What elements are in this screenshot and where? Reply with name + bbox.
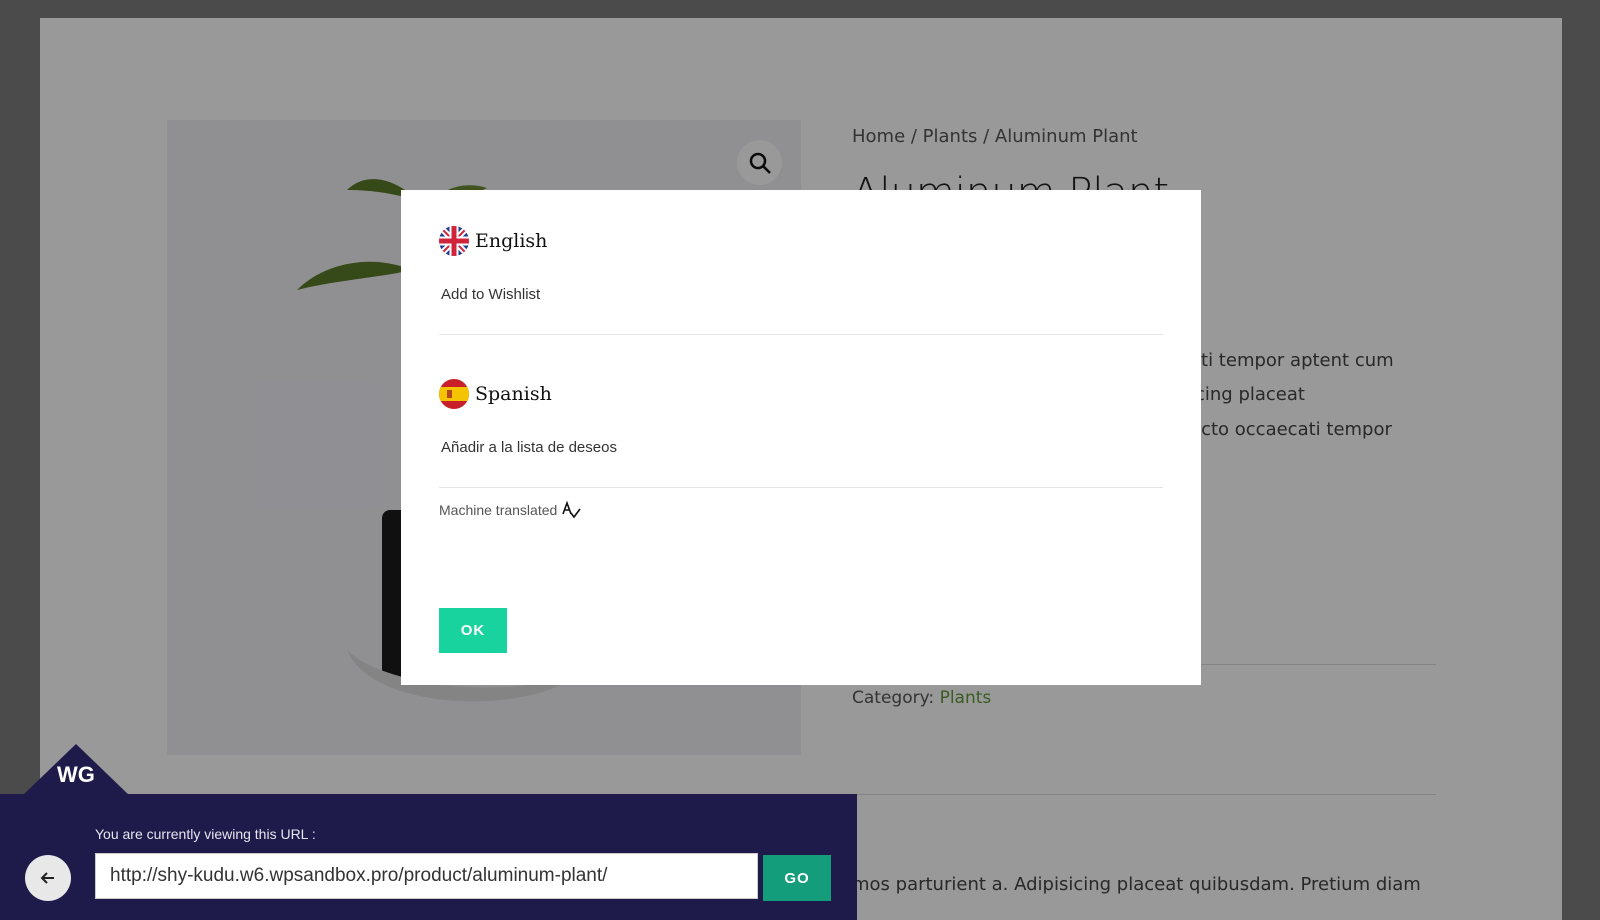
translated-text[interactable]: Añadir a la lista de deseos	[439, 439, 1163, 457]
source-text: Add to Wishlist	[441, 286, 541, 303]
source-language-name: English	[475, 230, 548, 252]
machine-translated-note: Machine translated	[439, 500, 1163, 520]
translation-modal: English Add to Wishlist Spanish Añadir a…	[401, 190, 1201, 685]
go-button[interactable]: GO	[763, 855, 831, 901]
modal-divider	[439, 487, 1163, 488]
url-viewer-label: You are currently viewing this URL :	[95, 826, 316, 842]
target-language-header: Spanish	[439, 379, 1163, 409]
back-button[interactable]	[25, 855, 71, 901]
ok-button[interactable]: OK	[439, 608, 507, 653]
url-input[interactable]	[95, 853, 758, 899]
arrow-left-icon	[40, 872, 54, 884]
machine-translation-icon	[562, 500, 581, 519]
machine-translated-label: Machine translated	[439, 502, 558, 518]
spain-flag-icon	[439, 379, 469, 409]
wg-logo-tab[interactable]: WG	[22, 744, 130, 796]
wg-logo-text: WG	[57, 762, 95, 787]
source-language-header: English	[439, 226, 1163, 256]
uk-flag-icon	[439, 226, 469, 256]
modal-divider	[439, 334, 1163, 335]
target-language-name: Spanish	[475, 383, 552, 405]
